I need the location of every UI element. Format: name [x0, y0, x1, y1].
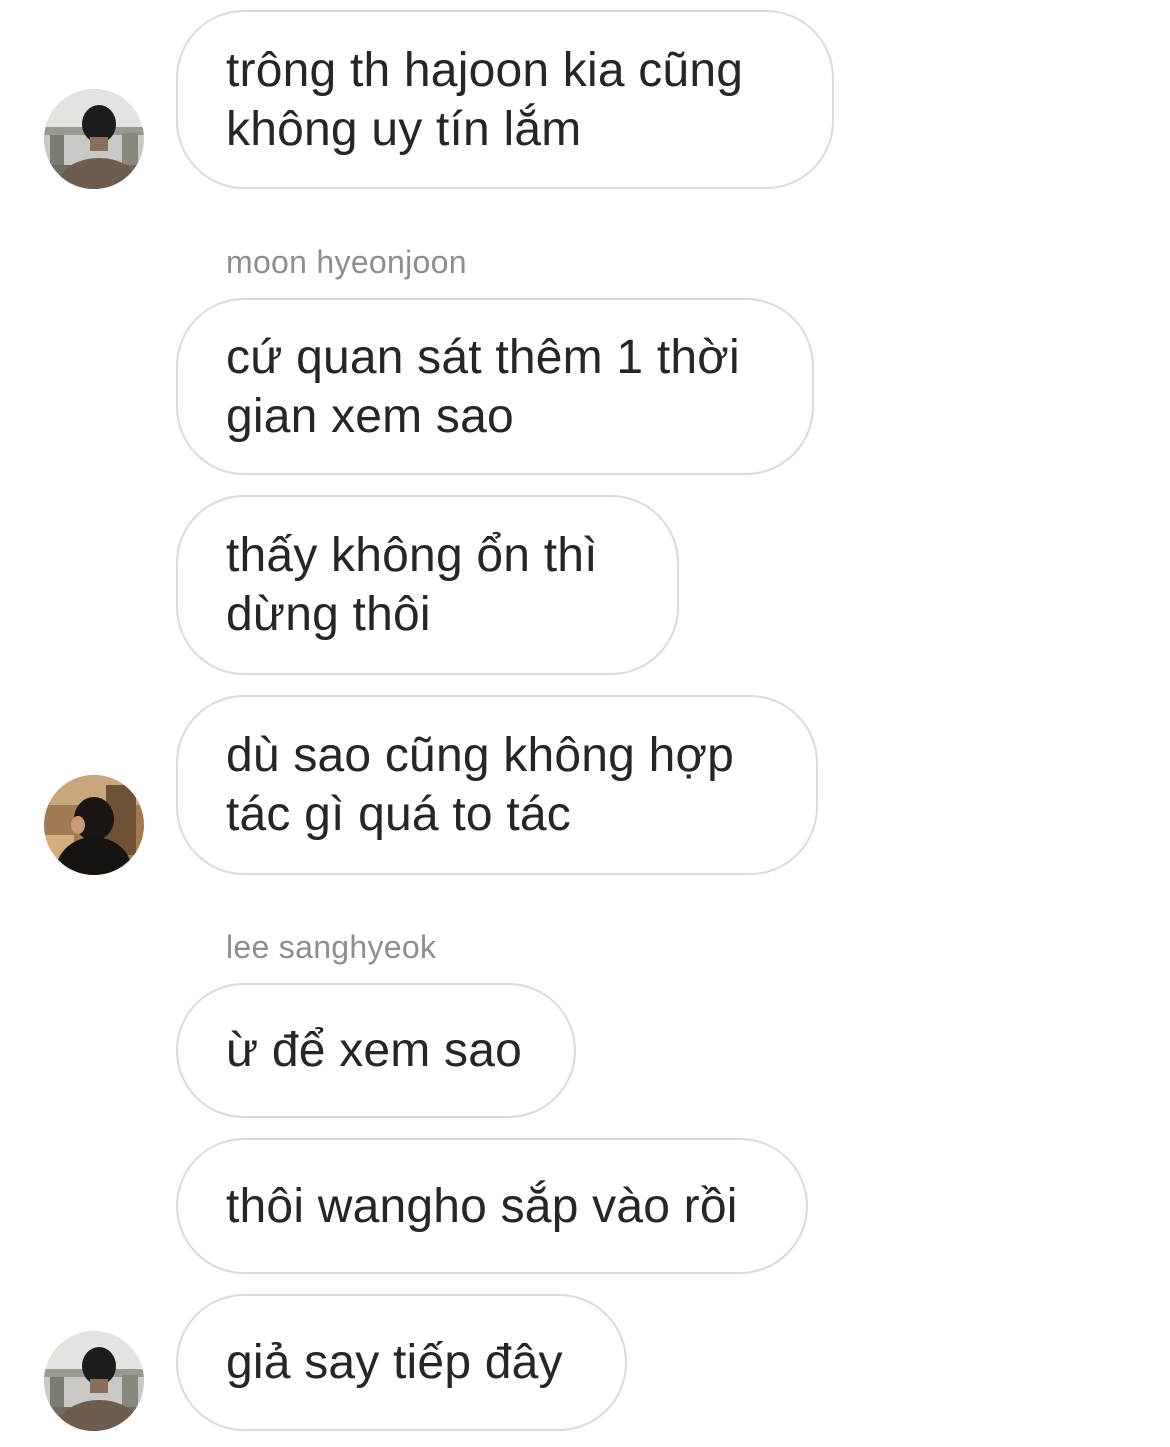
message-bubble[interactable]: thôi wangho sắp vào rồi — [176, 1138, 808, 1274]
sender-name: moon hyeonjoon — [226, 244, 467, 280]
message-text: dù sao cũng không hợp tác gì quá to tác — [226, 729, 735, 841]
message-text: cứ quan sát thêm 1 thời gian xem sao — [226, 330, 740, 443]
avatar-photo-icon — [44, 1331, 144, 1431]
message-text: giả say tiếp đây — [226, 1336, 563, 1389]
message-text: ừ để xem sao — [226, 1024, 523, 1077]
message-bubble[interactable]: dù sao cũng không hợp tác gì quá to tác — [176, 695, 818, 875]
message-bubble[interactable]: cứ quan sát thêm 1 thời gian xem sao — [176, 298, 814, 475]
avatar-airport-back[interactable] — [44, 1331, 144, 1431]
avatar-photo-icon — [44, 775, 144, 875]
sender-name: lee sanghyeok — [226, 929, 437, 965]
message-bubble[interactable]: thấy không ổn thì dừng thôi — [176, 495, 679, 675]
message-text: trông th hajoon kia cũng không uy tín lắ… — [226, 43, 744, 156]
avatar-airport-back[interactable] — [44, 89, 144, 189]
message-bubble[interactable]: trông th hajoon kia cũng không uy tín lắ… — [176, 10, 834, 189]
message-text: thôi wangho sắp vào rồi — [226, 1179, 738, 1233]
avatar-dark-portrait[interactable] — [44, 775, 144, 875]
avatar-photo-icon — [44, 89, 144, 189]
message-text: thấy không ổn thì dừng thôi — [226, 529, 598, 641]
message-bubble[interactable]: giả say tiếp đây — [176, 1294, 627, 1431]
message-bubble[interactable]: ừ để xem sao — [176, 983, 576, 1118]
chat-thread: trông th hajoon kia cũng không uy tín lắ… — [0, 0, 1170, 1447]
